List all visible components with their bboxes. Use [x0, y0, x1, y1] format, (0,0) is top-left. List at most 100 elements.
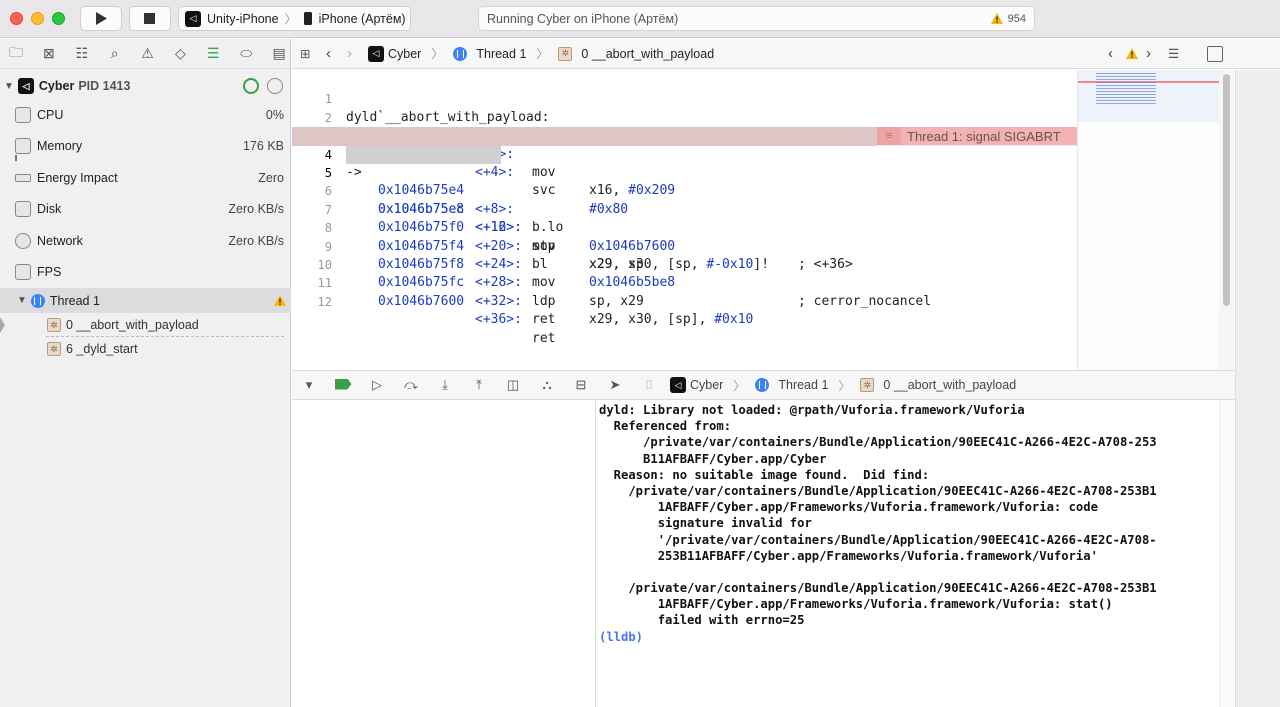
process-options-icon[interactable] [267, 78, 283, 94]
gauge-fps[interactable]: FPS [0, 257, 291, 287]
signal-banner[interactable]: ≡ Thread 1: signal SIGABRT [877, 127, 1077, 146]
gauge-value: Zero KB/s [228, 234, 284, 248]
breadcrumb-thread[interactable]: Thread 1 [476, 47, 526, 61]
memory-graph-icon[interactable]: ⛬ [530, 377, 564, 393]
warning-icon[interactable] [1125, 47, 1139, 60]
thread-icon [453, 46, 468, 61]
thread-label: Thread 1 [49, 293, 100, 308]
gauge-label: FPS [37, 265, 62, 279]
process-gauge-icon[interactable] [243, 78, 259, 94]
scrollbar-thumb[interactable] [1223, 74, 1230, 306]
debug-console[interactable]: dyld: Library not loaded: @rpath/Vuforia… [597, 401, 1219, 707]
camera-icon[interactable]: ⌷ [632, 377, 666, 393]
editor-jump-bar: ⊞ ‹ › ◁ Cyber 〉 Thread 1 〉 ✲ 0 __abort_w… [292, 39, 1280, 69]
process-row[interactable]: ▼ ◁ Cyber PID 1413 [0, 71, 291, 101]
symbol-icon[interactable]: ☷ [71, 45, 93, 62]
hide-debug-area-icon[interactable]: ▾ [292, 377, 326, 393]
gauge-label: Network [37, 234, 83, 248]
code-line: 6 0x1046b75ec <+16>: mov x29, sp [292, 164, 1077, 272]
search-icon[interactable]: ⌕ [104, 45, 126, 62]
console-line: 1AFBAFF/Cyber.app/Frameworks/Vuforia.fra… [599, 500, 1098, 515]
test-icon[interactable]: ◇ [169, 45, 191, 62]
continue-icon[interactable]: ▷ [360, 377, 394, 393]
gauge-cpu[interactable]: CPU 0% [0, 100, 291, 130]
step-over-icon[interactable]: ⤼ [394, 377, 428, 393]
chevron-right-icon: 〉 [431, 47, 444, 61]
disassembly-editor[interactable]: 1 dyld`__abort_with_payload: 2 0x1046b75… [292, 70, 1077, 370]
gear-icon: ✲ [860, 378, 875, 392]
step-out-icon[interactable]: ⤒ [462, 377, 496, 393]
arg-text: x29, x30, [sp], [589, 312, 715, 328]
stop-button[interactable] [129, 6, 171, 31]
frame-label: 0 __abort_with_payload [66, 318, 199, 332]
zoom-window-button[interactable] [52, 12, 65, 25]
console-line: failed with errno=25 [599, 613, 805, 628]
editor-vertical-scrollbar[interactable] [1219, 70, 1234, 370]
debug-target[interactable]: Cyber [690, 378, 723, 392]
view-hierarchy-icon[interactable]: ◫ [496, 377, 530, 393]
run-button[interactable] [80, 6, 122, 31]
stack-frame-row[interactable]: ✲ 0 __abort_with_payload [0, 313, 291, 337]
breakpoints-toggle-icon[interactable] [326, 378, 360, 393]
editor-options-icon[interactable]: ☰ [1168, 46, 1179, 61]
iphone-icon [303, 12, 312, 25]
breadcrumb: ◁ Cyber 〉 Thread 1 〉 ✲ 0 __abort_with_pa… [368, 45, 714, 62]
console-line: Referenced from: [599, 419, 732, 434]
folder-icon[interactable]: 🗀 [5, 42, 27, 66]
gauge-disk[interactable]: Disk Zero KB/s [0, 194, 291, 224]
gauge-energy[interactable]: Energy Impact Zero [0, 163, 291, 193]
step-into-icon[interactable]: ⤓ [428, 377, 462, 393]
gauge-network[interactable]: Network Zero KB/s [0, 226, 291, 256]
console-scrollbar[interactable] [1219, 401, 1234, 707]
scheme-selector[interactable]: ◁ Unity-iPhone 〉 iPhone (Артём) [178, 6, 411, 31]
variables-view[interactable] [292, 401, 596, 707]
back-button[interactable]: ‹ [326, 45, 331, 62]
current-pc-line: 4 -> 0x1046b75e4 <+8>: b.lo 0x1046b7600 … [292, 127, 877, 272]
issue-icon[interactable]: ⚠ [137, 45, 159, 62]
source-control-icon[interactable]: ⊠ [38, 45, 60, 62]
close-window-button[interactable] [10, 12, 23, 25]
breakpoint-icon[interactable]: ⬭ [235, 45, 257, 62]
chevron-right-icon: 〉 [733, 378, 746, 393]
thread-icon [755, 378, 770, 392]
code-line: 11 0x1046b7600 <+36>: ret [292, 256, 1077, 345]
environment-overrides-icon[interactable]: ⊟ [564, 377, 598, 393]
breadcrumb-target[interactable]: Cyber [388, 47, 421, 61]
warning-icon [990, 13, 1003, 24]
gauge-value: 176 KB [242, 139, 284, 153]
disclosure-triangle-icon[interactable]: ▼ [4, 81, 14, 92]
activity-status-bar: Running Cyber on iPhone (Артём) 954 [478, 6, 1035, 31]
gear-icon: ✲ [47, 342, 61, 356]
debug-navigator-icon[interactable]: ☰ [202, 45, 224, 62]
lldb-prompt[interactable]: (lldb) [599, 629, 1219, 645]
next-issue-button[interactable]: › [1146, 45, 1151, 62]
code-minimap[interactable] [1077, 70, 1219, 370]
debug-thread[interactable]: Thread 1 [778, 378, 828, 392]
inspector-strip [1235, 70, 1280, 707]
forward-button[interactable]: › [347, 45, 352, 62]
console-line: 253B11AFBAFF/Cyber.app/Frameworks/Vufori… [599, 548, 1098, 563]
related-items-icon[interactable]: ⊞ [300, 46, 316, 61]
code-line: 10 0x1046b75fc <+32>: ret [292, 238, 1077, 327]
navigator-selector-bar: 🗀 ⊠ ☷ ⌕ ⚠ ◇ ☰ ⬭ ▤ [0, 39, 290, 69]
instruction-args: x29, x30, [sp], #0x10 [589, 311, 753, 329]
add-editor-icon[interactable] [1207, 45, 1223, 62]
minimize-window-button[interactable] [31, 12, 44, 25]
simulate-location-icon[interactable]: ➤ [598, 377, 632, 393]
gauge-label: Memory [37, 139, 83, 153]
instruction-op: ret [532, 330, 556, 346]
debug-frame[interactable]: 0 __abort_with_payload [883, 378, 1016, 392]
gauge-memory[interactable]: Memory 176 KB [0, 131, 291, 161]
gauge-label: Energy Impact [37, 171, 118, 185]
disclosure-triangle-icon[interactable]: ▼ [17, 295, 27, 306]
code-line: 2 0x1046b75dc <+0>: mov x16, #0x209 [292, 90, 1077, 199]
chevron-right-icon: 〉 [284, 12, 297, 26]
stack-frame-row[interactable]: ✲ 6 _dyld_start [0, 337, 291, 361]
report-icon[interactable]: ▤ [268, 45, 290, 62]
thread-row[interactable]: ▼ Thread 1 [0, 288, 291, 313]
breadcrumb-frame[interactable]: 0 __abort_with_payload [581, 47, 714, 61]
arg-immediate: #0x10 [714, 312, 754, 328]
warning-count-badge[interactable]: 954 [990, 12, 1026, 25]
previous-issue-button[interactable]: ‹ [1108, 45, 1113, 62]
cyber-app-icon: ◁ [368, 45, 384, 62]
